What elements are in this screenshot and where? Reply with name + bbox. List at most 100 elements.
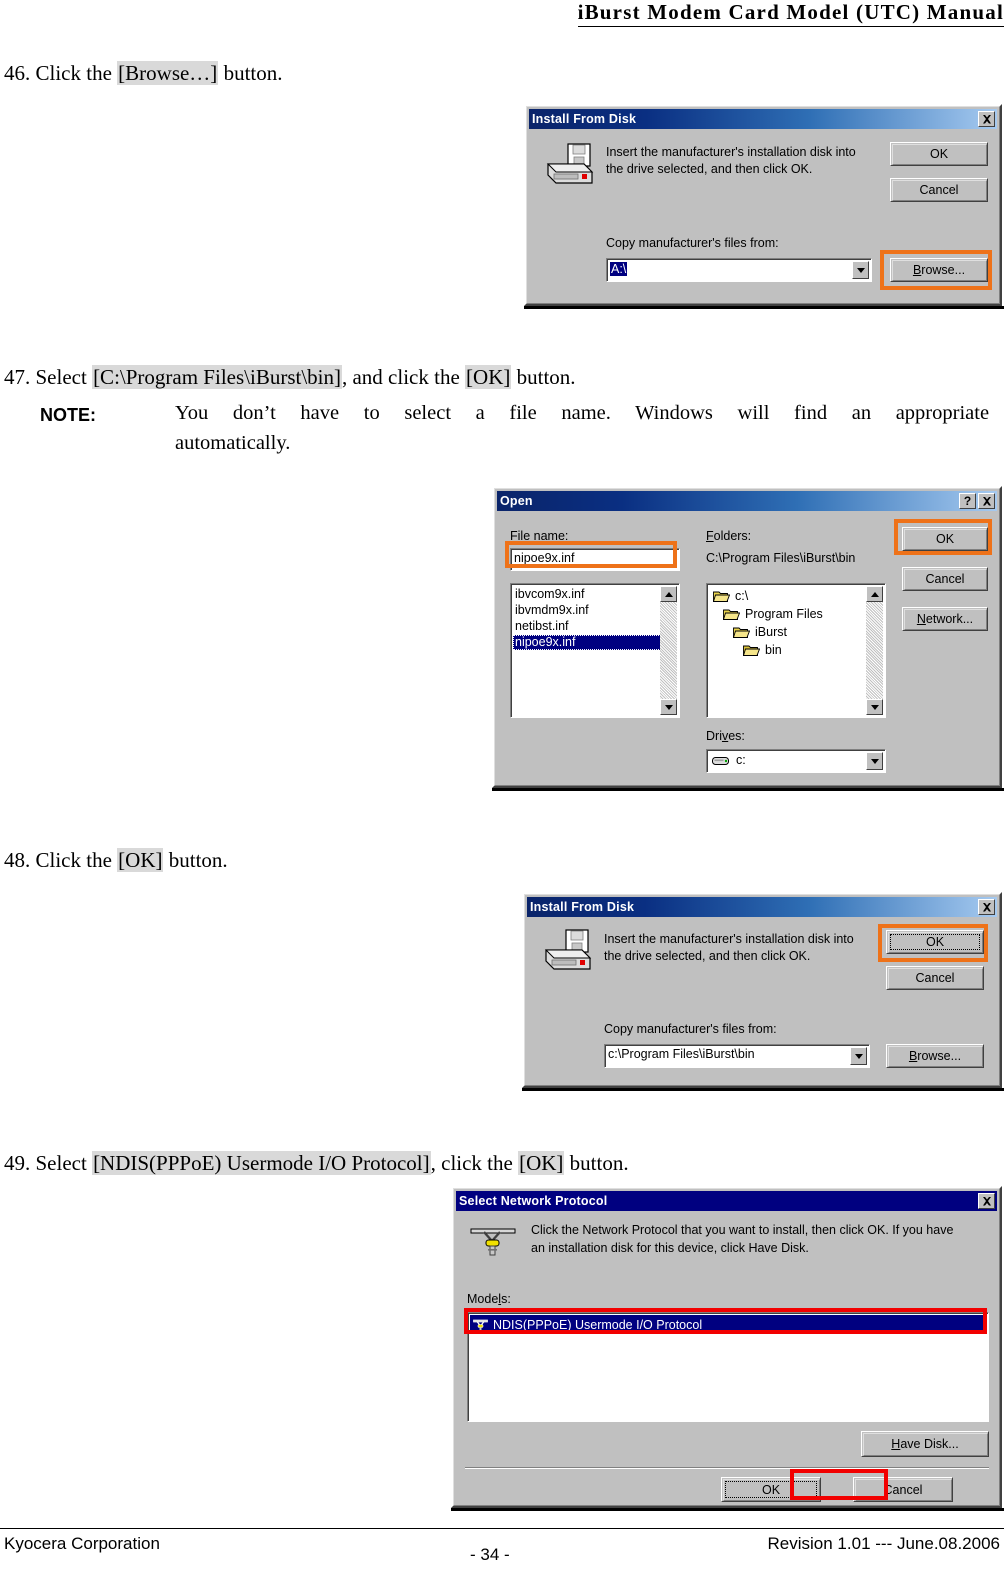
install-from-disk-dialog-2[interactable]: Install From Disk Insert the manufacture… [522,892,1002,1088]
floppy-drive-glyph [544,929,592,970]
help-icon[interactable]: ? [959,493,976,509]
cancel-button[interactable]: Cancel [902,567,988,591]
step-47-pre: Select [35,365,87,389]
ok-button[interactable]: OK [890,142,988,166]
ok-button[interactable]: OK [886,930,984,954]
divider [465,1467,989,1469]
scroll-down-icon[interactable] [866,699,883,715]
step-47-number: 47. [4,365,31,389]
close-glyph [982,114,991,123]
drives-label: Drives: [706,729,745,743]
open-dialog[interactable]: Open ? File name: nipoe9x.inf ibvcom9x.i… [492,486,1002,788]
copy-from-label: Copy manufacturer's files from: [604,1022,777,1036]
ok-button[interactable]: OK [721,1477,821,1502]
source-path-combobox[interactable]: A:\ [606,258,872,282]
step-46: 46. Click the [Browse…] button. [4,60,282,86]
list-item[interactable]: netibst.inf [513,619,661,634]
selected-model-row[interactable]: NDIS(PPPoE) Usermode I/O Protocol [470,1315,986,1334]
source-path-value: A:\ [610,262,628,276]
cancel-button[interactable]: Cancel [853,1477,953,1502]
chevron-down-icon[interactable] [850,1047,867,1065]
note-line-1: You don’t have to select a file name. Wi… [175,402,1004,424]
cancel-button-label: Cancel [915,971,955,985]
file-name-value: nipoe9x.inf [514,551,575,565]
dialog-shadow [524,306,1004,309]
chevron-down-icon[interactable] [852,261,869,279]
dialog-message: Insert the manufacturer's installation d… [604,931,854,965]
step-48-highlight-ok: [OK] [117,848,164,872]
folder-item-label: Program Files [745,606,823,621]
folder-item-current[interactable]: bin [742,641,782,658]
select-network-protocol-dialog[interactable]: Select Network Protocol Click the Networ… [451,1186,1002,1508]
floppy-drive-glyph [546,143,594,184]
scroll-up-icon[interactable] [866,586,883,602]
close-glyph [982,496,991,505]
title-bar-text: Select Network Protocol [459,1194,608,1208]
file-list-scrollbar[interactable] [660,586,677,715]
folder-open-icon [742,643,761,657]
browse-button-label: Browse... [912,263,966,277]
network-protocol-glyph [470,1228,516,1256]
models-list[interactable]: NDIS(PPPoE) Usermode I/O Protocol [467,1312,989,1422]
cancel-button-label: Cancel [925,572,965,586]
ok-button-label: OK [925,935,945,949]
folder-item[interactable]: Program Files [722,605,823,622]
cancel-button[interactable]: Cancel [890,178,988,202]
folder-icon [722,607,741,621]
list-item-selected[interactable]: nipoe9x.inf [513,635,661,650]
folder-tree[interactable]: c:\ Program Files iBurst bin [706,583,886,718]
step-47-highlight-path: [C:\Program Files\iBurst\bin] [92,365,342,389]
network-button[interactable]: Network... [902,607,988,631]
file-list[interactable]: ibvcom9x.inf ibvmdm9x.inf netibst.inf ni… [510,583,680,718]
list-item[interactable]: ibvcom9x.inf [513,587,661,602]
copy-from-label: Copy manufacturer's files from: [606,236,779,250]
folder-tree-scrollbar[interactable] [866,586,883,715]
step-48-post: button. [168,848,228,872]
step-48-pre: Click the [35,848,112,872]
dialog-message: Insert the manufacturer's installation d… [606,144,856,178]
step-49-mid: , click the [430,1151,513,1175]
browse-button[interactable]: Browse... [890,258,988,282]
folder-item[interactable]: c:\ [712,587,748,604]
ok-button-label: OK [929,147,949,161]
folders-label: Folders: [706,529,752,543]
source-path-combobox[interactable]: c:\Program Files\iBurst\bin [604,1044,870,1068]
title-bar[interactable]: Install From Disk [529,109,997,129]
list-item[interactable]: ibvmdm9x.inf [513,603,661,618]
title-bar[interactable]: Select Network Protocol [456,1191,997,1211]
browse-button[interactable]: Browse... [886,1044,984,1068]
footer-right: Revision 1.01 --- June.08.2006 [767,1534,1000,1553]
title-bar-text: Install From Disk [532,112,637,126]
footer-left: Kyocera Corporation [4,1534,160,1553]
close-icon[interactable] [978,1193,995,1209]
step-49-highlight-ok: [OK] [518,1151,565,1175]
install-from-disk-dialog-1[interactable]: Install From Disk Insert the manufacture… [524,104,1002,306]
cancel-button[interactable]: Cancel [886,966,984,990]
folder-item-label: bin [765,642,782,657]
step-47: 47. Select [C:\Program Files\iBurst\bin]… [4,364,576,390]
close-icon[interactable] [978,899,995,915]
chevron-down-icon[interactable] [866,752,883,770]
ok-button[interactable]: OK [902,527,988,551]
close-icon[interactable] [978,111,995,127]
page-header: iBurst Modem Card Model (UTC) Manual [0,0,1004,28]
title-bar-text: Install From Disk [530,900,635,914]
title-bar[interactable]: Open ? [497,491,997,511]
drives-combobox[interactable]: c: [706,749,886,773]
source-path-value: c:\Program Files\iBurst\bin [608,1047,755,1061]
have-disk-button[interactable]: Have Disk... [861,1431,989,1457]
network-protocol-icon [467,1220,521,1260]
ok-button-label: OK [935,532,955,546]
scroll-down-icon[interactable] [660,699,677,715]
step-48: 48. Click the [OK] button. [4,847,228,873]
drives-value: c: [736,753,746,767]
scroll-up-icon[interactable] [660,586,677,602]
file-name-label: File name: [510,529,569,543]
title-bar[interactable]: Install From Disk [527,897,997,917]
folder-item[interactable]: iBurst [732,623,787,640]
dialog-shadow [522,1088,1004,1091]
file-name-input[interactable]: nipoe9x.inf [510,548,680,571]
current-path: C:\Program Files\iBurst\bin [706,551,856,565]
close-icon[interactable] [978,493,995,509]
close-glyph [982,1196,991,1205]
